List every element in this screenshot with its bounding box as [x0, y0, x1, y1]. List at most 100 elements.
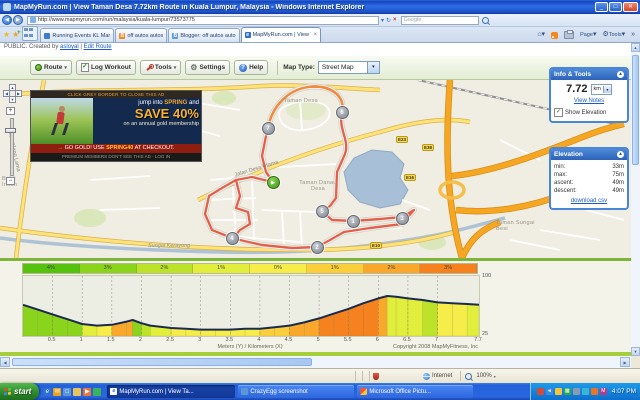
- zoom-caret-icon[interactable]: ▾: [494, 374, 496, 379]
- km-marker-1[interactable]: 1: [346, 214, 360, 228]
- volume-icon[interactable]: ◄: [545, 388, 553, 395]
- favorites-icon[interactable]: ★: [3, 28, 10, 42]
- km-marker-5[interactable]: 5: [315, 204, 329, 218]
- tab-4-active[interactable]: e MapMyRun.com | View Ta ×: [240, 27, 322, 42]
- refresh-icon[interactable]: ↻: [386, 17, 391, 24]
- km-marker-7[interactable]: 7: [261, 121, 275, 135]
- taskbar-window-picture-manager[interactable]: Microsoft Office Pictu...: [357, 385, 474, 398]
- view-notes-link[interactable]: View Notes: [554, 98, 624, 104]
- ad-cta[interactable]: → GO GOLD! USE SPRING40 AT CHECKOUT.: [31, 144, 201, 153]
- zoom-out-button[interactable]: −: [6, 177, 15, 185]
- ad-banner[interactable]: CLICK GREY BORDER TO CLOSE THIS AD jump …: [30, 90, 202, 162]
- route-map[interactable]: Taman Desa Taman Danau Desa Bukit Indah …: [0, 80, 631, 258]
- settings-button[interactable]: ⚙ Settings: [185, 60, 231, 75]
- updates-icon[interactable]: [554, 388, 562, 395]
- collapse-icon[interactable]: ▲: [617, 151, 624, 158]
- feeds-icon[interactable]: [551, 31, 559, 39]
- route-start-marker[interactable]: ▶: [266, 175, 280, 189]
- zoom-in-button[interactable]: +: [6, 107, 15, 115]
- horizontal-scrollbar[interactable]: ◀ ▶: [0, 356, 631, 368]
- km-marker-4[interactable]: 4: [225, 231, 239, 245]
- search-icon[interactable]: [481, 16, 489, 24]
- taskbar-window-mapmyrun[interactable]: e MapMyRun.com | View Ta...: [107, 385, 236, 398]
- creator-link[interactable]: asloyal: [60, 44, 79, 50]
- log-workout-button[interactable]: Log Workout: [75, 60, 136, 75]
- km-marker-3[interactable]: 3: [395, 211, 409, 225]
- unit-select[interactable]: km ▾: [590, 83, 612, 95]
- forward-button[interactable]: ▶: [13, 15, 23, 25]
- network-icon[interactable]: ▩: [563, 388, 571, 395]
- ad-subline: on an annual gold membership: [123, 121, 199, 127]
- tab-1[interactable]: Running Events KL Mara: [40, 28, 115, 42]
- elevation-header[interactable]: Elevation ▲: [551, 149, 627, 160]
- address-dropdown-icon[interactable]: ▾: [381, 17, 384, 24]
- info-tools-header[interactable]: Info & Tools ▲: [551, 69, 627, 80]
- show-desktop-icon[interactable]: □: [63, 387, 72, 396]
- tab-3[interactable]: B Blogger: off autos auto: [168, 28, 240, 42]
- taskbar: start e ✉ □ ▶ e MapMyRun.com | View Ta..…: [0, 383, 640, 400]
- tab-2[interactable]: B off autos autos: [115, 28, 168, 42]
- elevation-chart: 4% 3% 2% 1% 0% 1% 2% 3% 100 25 0.5 1 1.5 2 2.5 3 3.5 4 4…: [0, 261, 631, 352]
- quick-tabs-icon[interactable]: [22, 26, 39, 41]
- edit-route-link[interactable]: Edit Route: [84, 44, 112, 50]
- battery-icon[interactable]: [590, 388, 598, 395]
- print-icon[interactable]: [564, 30, 575, 39]
- info-tools-panel: Info & Tools ▲ 7.72 km ▾ View Notes ✓ Sho…: [549, 67, 629, 123]
- zoom-slider-handle[interactable]: [5, 128, 16, 133]
- km-marker-2[interactable]: 2: [310, 240, 324, 254]
- messenger-tray-icon[interactable]: [581, 388, 589, 395]
- display-icon[interactable]: [572, 388, 580, 395]
- stop-icon[interactable]: ×: [393, 17, 397, 23]
- address-input[interactable]: http://www.mapmyrun.com/run/malaysia/kua…: [27, 15, 379, 25]
- search-input[interactable]: Google: [400, 15, 479, 25]
- page-menu-button[interactable]: Page▾: [580, 29, 596, 41]
- tab-close-icon[interactable]: ×: [314, 32, 318, 38]
- x-tick-label: 4.5: [284, 337, 293, 343]
- scroll-left-icon[interactable]: ◀: [0, 357, 10, 367]
- scroll-down-icon[interactable]: ▼: [631, 347, 640, 356]
- folder-icon[interactable]: [73, 387, 82, 396]
- map-type-select[interactable]: Street Map ▾: [317, 61, 380, 74]
- minimize-button[interactable]: _: [595, 2, 608, 12]
- show-elevation-checkbox[interactable]: ✓: [554, 108, 563, 117]
- km-marker-6[interactable]: 6: [335, 105, 349, 119]
- elevation-plot[interactable]: [22, 275, 480, 337]
- taskbar-window-crazyegg[interactable]: CrazyEgg screenshot: [238, 385, 355, 398]
- internet-explorer-icon[interactable]: e: [43, 387, 52, 396]
- collapse-icon[interactable]: ▲: [617, 71, 624, 78]
- tools-menu-button[interactable]: ⚙Tools▾: [602, 29, 625, 41]
- tools-button[interactable]: Tools ▾: [139, 60, 182, 75]
- download-csv-link[interactable]: download csv: [554, 198, 624, 204]
- taskbar-clock[interactable]: 4:07 PM: [612, 388, 636, 395]
- antivirus-icon[interactable]: M: [599, 388, 607, 395]
- zoom-slider-track[interactable]: [9, 118, 14, 176]
- close-button[interactable]: ✕: [623, 2, 638, 12]
- vertical-scrollbar[interactable]: ▲ ▼: [631, 43, 640, 356]
- scroll-right-icon[interactable]: ▶: [620, 357, 630, 367]
- security-report-icon[interactable]: [373, 372, 379, 380]
- highway-shield: E10: [370, 242, 383, 249]
- route-menu-button[interactable]: Route ▾: [30, 60, 72, 75]
- maximize-button[interactable]: □: [609, 2, 622, 12]
- back-button[interactable]: ◀: [2, 15, 12, 25]
- pan-right-icon[interactable]: ▶: [15, 90, 22, 97]
- x-axis-ticks: 0.5 1 1.5 2 2.5 3 3.5 4 4.5 5 5.5 6 6.5 7 7.7: [22, 337, 482, 344]
- route-meta-line: PUBLIC. Created by asloyal | Edit Route: [4, 44, 112, 50]
- vertical-scroll-thumb[interactable]: [632, 55, 639, 165]
- add-favorite-icon[interactable]: ★: [12, 26, 21, 42]
- zoom-level-label[interactable]: 100%: [476, 373, 491, 379]
- horizontal-scroll-thumb[interactable]: [12, 358, 312, 366]
- scroll-up-icon[interactable]: ▲: [631, 43, 640, 52]
- pan-down-icon[interactable]: ▼: [9, 96, 16, 103]
- security-tray-icon[interactable]: [536, 388, 544, 395]
- status-bar: Internet 100% ▾: [0, 368, 640, 383]
- toolbar-overflow-button[interactable]: »: [631, 29, 635, 41]
- start-button[interactable]: start: [0, 383, 40, 400]
- system-tray: ◄ ▩ M 4:07 PM: [529, 383, 640, 400]
- messenger-icon[interactable]: [93, 387, 102, 396]
- media-player-icon[interactable]: ▶: [83, 387, 92, 396]
- home-icon[interactable]: ⌂▾: [537, 29, 545, 41]
- tab-2-favicon-icon: B: [119, 32, 126, 39]
- outlook-icon[interactable]: ✉: [53, 387, 62, 396]
- help-button[interactable]: ? Help: [234, 60, 269, 75]
